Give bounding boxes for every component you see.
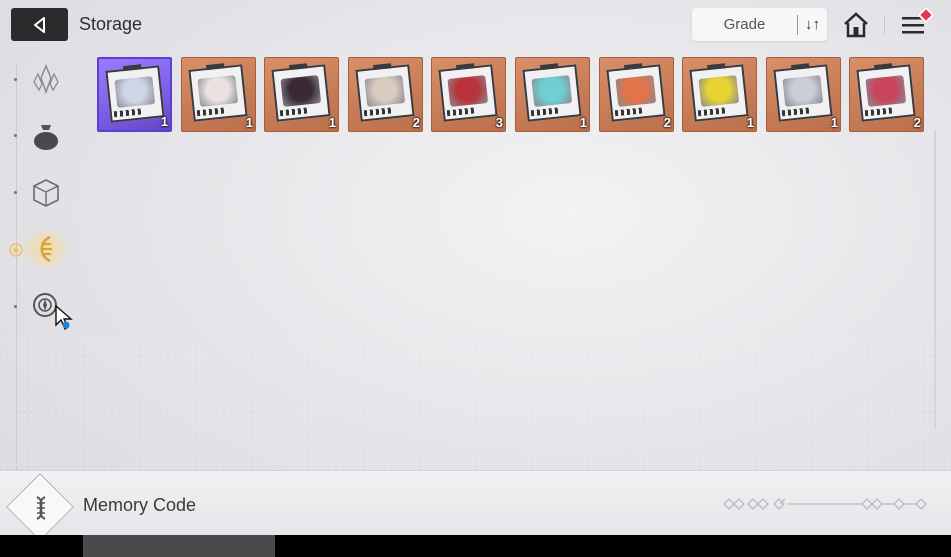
sidebar-tick	[14, 78, 17, 81]
character-portrait	[447, 75, 489, 107]
bottom-bar: Memory Code	[0, 470, 951, 535]
scrollbar[interactable]	[934, 130, 936, 430]
character-portrait	[865, 75, 907, 107]
memory-code-card[interactable]: 2	[599, 57, 674, 132]
character-portrait	[531, 75, 573, 107]
film-stripe	[279, 107, 309, 117]
character-portrait	[698, 75, 740, 107]
card-frame	[271, 63, 331, 122]
back-arrow-icon	[33, 16, 45, 33]
item-count: 1	[328, 115, 336, 130]
sort-order-icon[interactable]: ↓↑	[797, 14, 827, 35]
sort-dropdown[interactable]: Grade ↓↑	[692, 8, 827, 41]
decorative-line-icon	[723, 498, 927, 510]
character-portrait	[114, 76, 156, 108]
clip-decoration	[874, 63, 893, 71]
sidebar-item-boxes[interactable]	[28, 175, 64, 211]
sidebar-item-bag[interactable]	[28, 118, 64, 154]
film-stripe	[363, 107, 393, 117]
clip-decoration	[707, 63, 726, 71]
memory-code-card[interactable]: 1	[515, 57, 590, 132]
clip-decoration	[540, 63, 559, 71]
memory-code-label: Memory Code	[83, 495, 197, 515]
home-icon[interactable]	[841, 10, 871, 40]
memory-code-card[interactable]: 2	[849, 57, 924, 132]
card-frame	[355, 63, 415, 122]
item-count: 1	[830, 115, 838, 130]
film-stripe	[196, 107, 226, 117]
sidebar-rail	[16, 64, 17, 470]
item-count: 2	[663, 115, 671, 130]
character-portrait	[364, 75, 406, 107]
memory-code-card[interactable]: 2	[348, 57, 423, 132]
item-count: 1	[579, 115, 587, 130]
card-frame	[522, 63, 582, 122]
item-count: 2	[412, 115, 420, 130]
clip-decoration	[373, 63, 392, 71]
clip-decoration	[123, 64, 142, 72]
clip-decoration	[456, 63, 475, 71]
film-stripe	[781, 107, 811, 117]
clip-decoration	[206, 63, 225, 71]
memory-code-card[interactable]: 1	[264, 57, 339, 132]
page-title: Storage	[79, 14, 143, 34]
character-portrait	[197, 75, 239, 107]
pouch-icon	[34, 125, 58, 150]
clip-decoration	[289, 63, 308, 71]
mouse-cursor-icon	[55, 305, 73, 331]
film-stripe	[113, 108, 143, 118]
sidebar-item-materials[interactable]	[28, 61, 64, 97]
sidebar-tick	[14, 305, 17, 308]
item-count: 1	[160, 114, 168, 129]
crystal-icon	[33, 64, 59, 95]
taskbar-tab[interactable]	[83, 535, 275, 557]
card-frame	[689, 63, 749, 122]
item-count: 2	[913, 115, 921, 130]
dna-icon	[36, 496, 46, 520]
cube-icon	[33, 179, 59, 207]
sidebar-tick	[14, 191, 17, 194]
card-frame	[606, 63, 666, 122]
film-stripe	[614, 107, 644, 117]
film-stripe	[697, 107, 727, 117]
film-stripe	[446, 107, 476, 117]
memory-code-card[interactable]: 1	[682, 57, 757, 132]
item-count: 3	[495, 115, 503, 130]
card-frame	[773, 63, 833, 122]
card-frame	[188, 63, 248, 122]
back-button[interactable]	[11, 8, 68, 41]
memory-code-card[interactable]: 3	[431, 57, 506, 132]
film-stripe	[864, 107, 894, 117]
sidebar-item-memory-code[interactable]	[28, 231, 64, 267]
card-frame	[105, 64, 165, 123]
clip-decoration	[791, 63, 810, 71]
card-frame	[438, 63, 498, 122]
character-portrait	[782, 75, 824, 107]
character-portrait	[615, 75, 657, 107]
memory-code-card[interactable]: 1	[181, 57, 256, 132]
item-count: 1	[746, 115, 754, 130]
clip-decoration	[624, 63, 643, 71]
card-frame	[856, 63, 916, 122]
sort-label: Grade	[723, 16, 766, 33]
character-portrait	[280, 75, 322, 107]
memory-code-card[interactable]: 1	[766, 57, 841, 132]
memory-code-card[interactable]: 1	[97, 57, 172, 132]
header-divider	[884, 16, 885, 34]
item-count: 1	[245, 115, 253, 130]
sidebar-tick	[14, 134, 17, 137]
film-stripe	[530, 107, 560, 117]
memory-code-icon	[40, 235, 52, 263]
storage-screen: Storage Grade ↓↑ 1 1 1 2 3 1 2 1 1 2 Mem…	[0, 0, 951, 535]
